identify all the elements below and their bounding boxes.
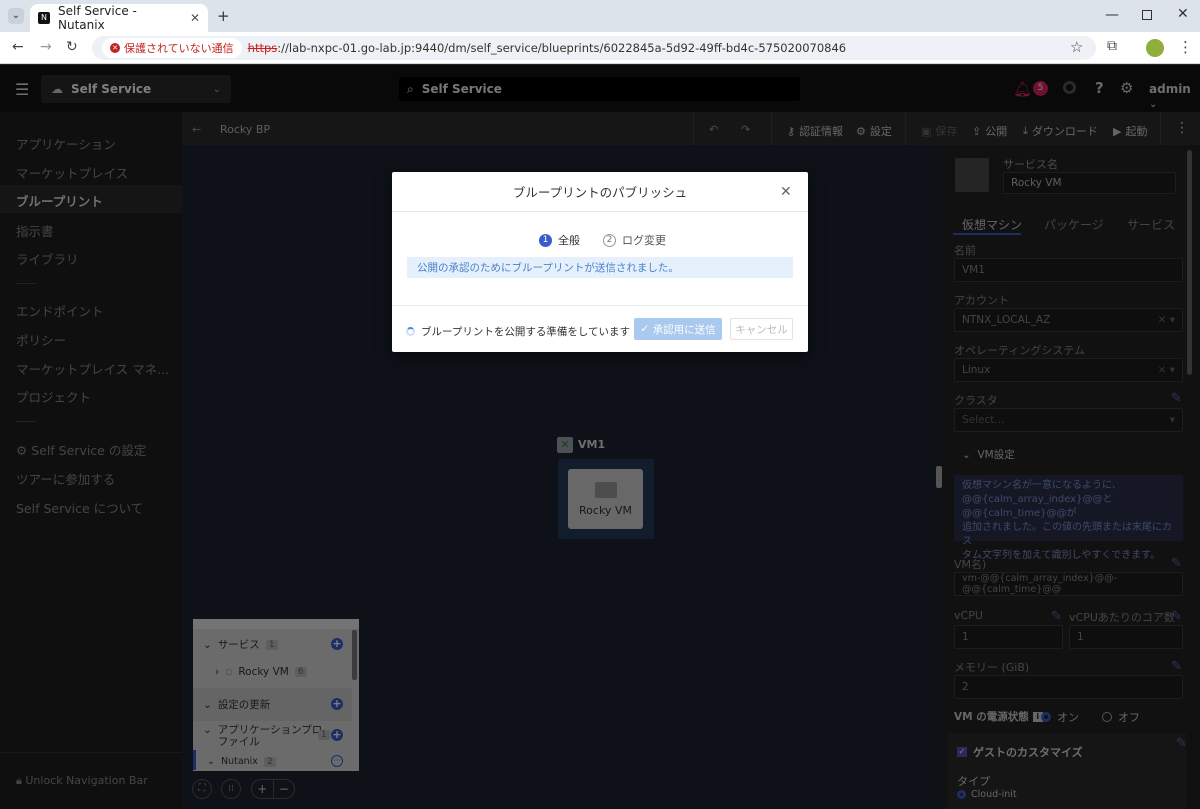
security-label: 保護されていない通信 xyxy=(124,42,234,55)
extensions-icon[interactable]: ⧉ xyxy=(1107,38,1117,54)
spinner-icon xyxy=(406,327,415,336)
modal-footer-divider xyxy=(392,305,808,306)
url-text: https://lab-nxpc-01.go-lab.jp:9440/dm/se… xyxy=(247,41,847,55)
maximize-icon[interactable] xyxy=(1142,10,1152,20)
modal-title: ブループリントのパブリッシュ xyxy=(392,172,808,212)
submitted-info-banner: 公開の承認のためにブループリントが送信されました。 xyxy=(407,257,793,278)
forward-icon[interactable]: → xyxy=(40,39,52,55)
warning-icon: ✕ xyxy=(110,43,120,53)
modal-close-icon[interactable]: ✕ xyxy=(780,184,792,200)
omnibox[interactable]: ✕ 保護されていない通信 https://lab-nxpc-01.go-lab.… xyxy=(92,36,1096,60)
minimize-icon[interactable]: — xyxy=(1105,7,1119,23)
step-2-icon: 2 xyxy=(603,233,616,247)
step-general[interactable]: 1 全般 xyxy=(539,232,580,248)
tab-search-button[interactable]: ⌄ xyxy=(8,8,24,24)
window-close-icon[interactable]: ✕ xyxy=(1177,6,1189,22)
nutanix-favicon-icon: N xyxy=(38,12,50,24)
publish-modal: ブループリントのパブリッシュ ✕ 1 全般 2 ログ変更 公開の承認のためにブル… xyxy=(392,172,808,352)
browser-tab[interactable]: N Self Service - Nutanix ✕ xyxy=(30,4,208,32)
profile-avatar[interactable] xyxy=(1146,39,1164,57)
new-tab-icon[interactable]: + xyxy=(217,7,230,25)
publish-status: ブループリントを公開する準備をしています xyxy=(406,324,630,339)
back-icon[interactable]: ← xyxy=(12,39,24,55)
bookmark-star-icon[interactable]: ☆ xyxy=(1070,38,1083,56)
step-1-icon: 1 xyxy=(539,233,552,247)
security-chip[interactable]: ✕ 保護されていない通信 xyxy=(102,38,242,58)
submit-for-approval-button[interactable]: ✓ 承認用に送信 xyxy=(634,318,722,340)
cancel-button[interactable]: キャンセル xyxy=(730,318,793,340)
tab-title: Self Service - Nutanix xyxy=(58,4,137,32)
reload-icon[interactable]: ↻ xyxy=(66,39,78,55)
check-icon: ✓ xyxy=(640,323,650,335)
step-changelog[interactable]: 2 ログ変更 xyxy=(603,232,666,248)
browser-menu-icon[interactable]: ⋮ xyxy=(1178,38,1193,56)
close-tab-icon[interactable]: ✕ xyxy=(190,11,200,25)
